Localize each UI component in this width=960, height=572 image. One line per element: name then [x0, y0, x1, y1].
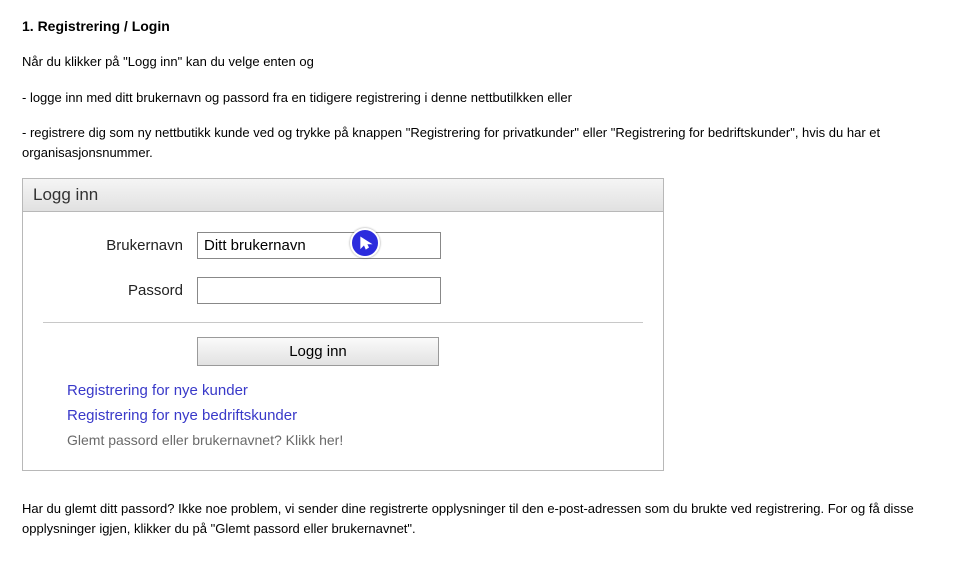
password-label: Passord: [43, 282, 197, 299]
register-business-link[interactable]: Registrering for nye bedriftskunder: [67, 407, 643, 424]
cursor-icon: [350, 228, 380, 258]
forgot-password-link[interactable]: Glemt passord eller brukernavnet? Klikk …: [67, 432, 643, 448]
username-row: Brukernavn: [43, 232, 643, 259]
intro-text: Når du klikker på "Logg inn" kan du velg…: [22, 52, 938, 72]
password-input[interactable]: [197, 277, 441, 304]
username-input[interactable]: [197, 232, 441, 259]
register-private-link[interactable]: Registrering for nye kunder: [67, 382, 643, 399]
username-label: Brukernavn: [43, 237, 197, 254]
bullet-register: - registrere dig som ny nettbutikk kunde…: [22, 123, 938, 162]
bullet-login: - logge inn med ditt brukernavn og passo…: [22, 88, 938, 108]
login-button[interactable]: Logg inn: [197, 337, 439, 366]
outro-text: Har du glemt ditt passord? Ikke noe prob…: [22, 499, 938, 538]
panel-title: Logg inn: [23, 179, 663, 212]
divider: [43, 322, 643, 323]
login-panel: Logg inn Brukernavn Passord Logg inn Reg…: [22, 178, 664, 471]
password-row: Passord: [43, 277, 643, 304]
section-heading: 1. Registrering / Login: [22, 18, 938, 34]
